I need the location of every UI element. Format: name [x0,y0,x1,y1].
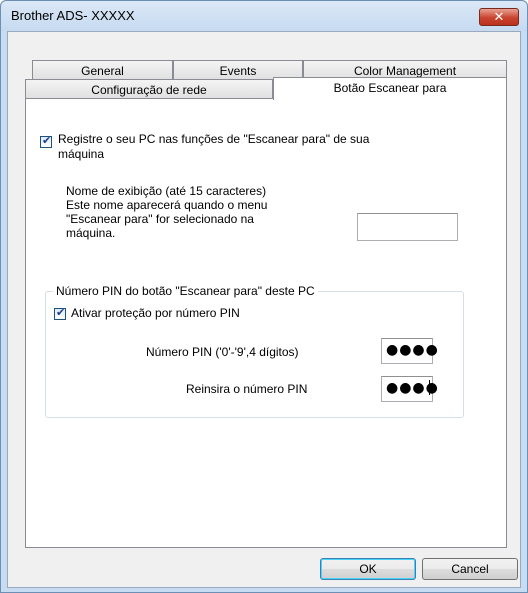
pin-number-input[interactable]: ●●●● [381,338,438,364]
dialog-window: Brother ADS- XXXXX ✕ General Events Colo… [0,0,528,593]
title-bar[interactable]: Brother ADS- XXXXX ✕ [1,1,527,31]
pin-reenter-value: ●●●● [386,380,439,396]
cancel-button[interactable]: Cancel [422,558,518,580]
pin-reenter-input[interactable]: ●●●● [381,376,438,402]
display-name-help-line2: "Escanear para" for selecionado na [66,212,254,226]
display-name-label: Nome de exibição (até 15 caracteres) [66,184,267,198]
display-name-input[interactable] [357,213,458,241]
window-title: Brother ADS- XXXXX [11,8,135,23]
pin-reenter-label: Reinsira o número PIN [186,382,308,396]
tab-configuracao-de-rede[interactable]: Configuração de rede [25,79,273,100]
pin-number-value: ●●●● [386,342,439,358]
register-pc-label-line2: máquina [58,147,105,161]
pin-number-label: Número PIN ('0'-'9',4 dígitos) [146,345,299,359]
display-name-help-line3: máquina. [66,226,116,240]
tab-general[interactable]: General [32,60,173,81]
pin-protection-checkbox[interactable] [54,306,66,320]
tab-panel-botao-escanear-para: Registre o seu PC nas funções de "Escane… [25,98,507,548]
register-pc-label-line1: Registre o seu PC nas funções de "Escane… [58,132,370,146]
close-button[interactable]: ✕ [479,8,519,26]
display-name-help-line1: Este nome aparecerá quando o menu [66,198,268,212]
pin-protection-label: Ativar proteção por número PIN [71,306,240,320]
pin-group-title: Número PIN do botão "Escanear para" dest… [53,284,318,298]
text-caret [429,380,430,395]
register-pc-checkbox[interactable] [40,134,52,148]
close-icon: ✕ [493,9,505,24]
tab-botao-escanear-para[interactable]: Botão Escanear para [273,77,507,100]
ok-button[interactable]: OK [320,558,416,580]
